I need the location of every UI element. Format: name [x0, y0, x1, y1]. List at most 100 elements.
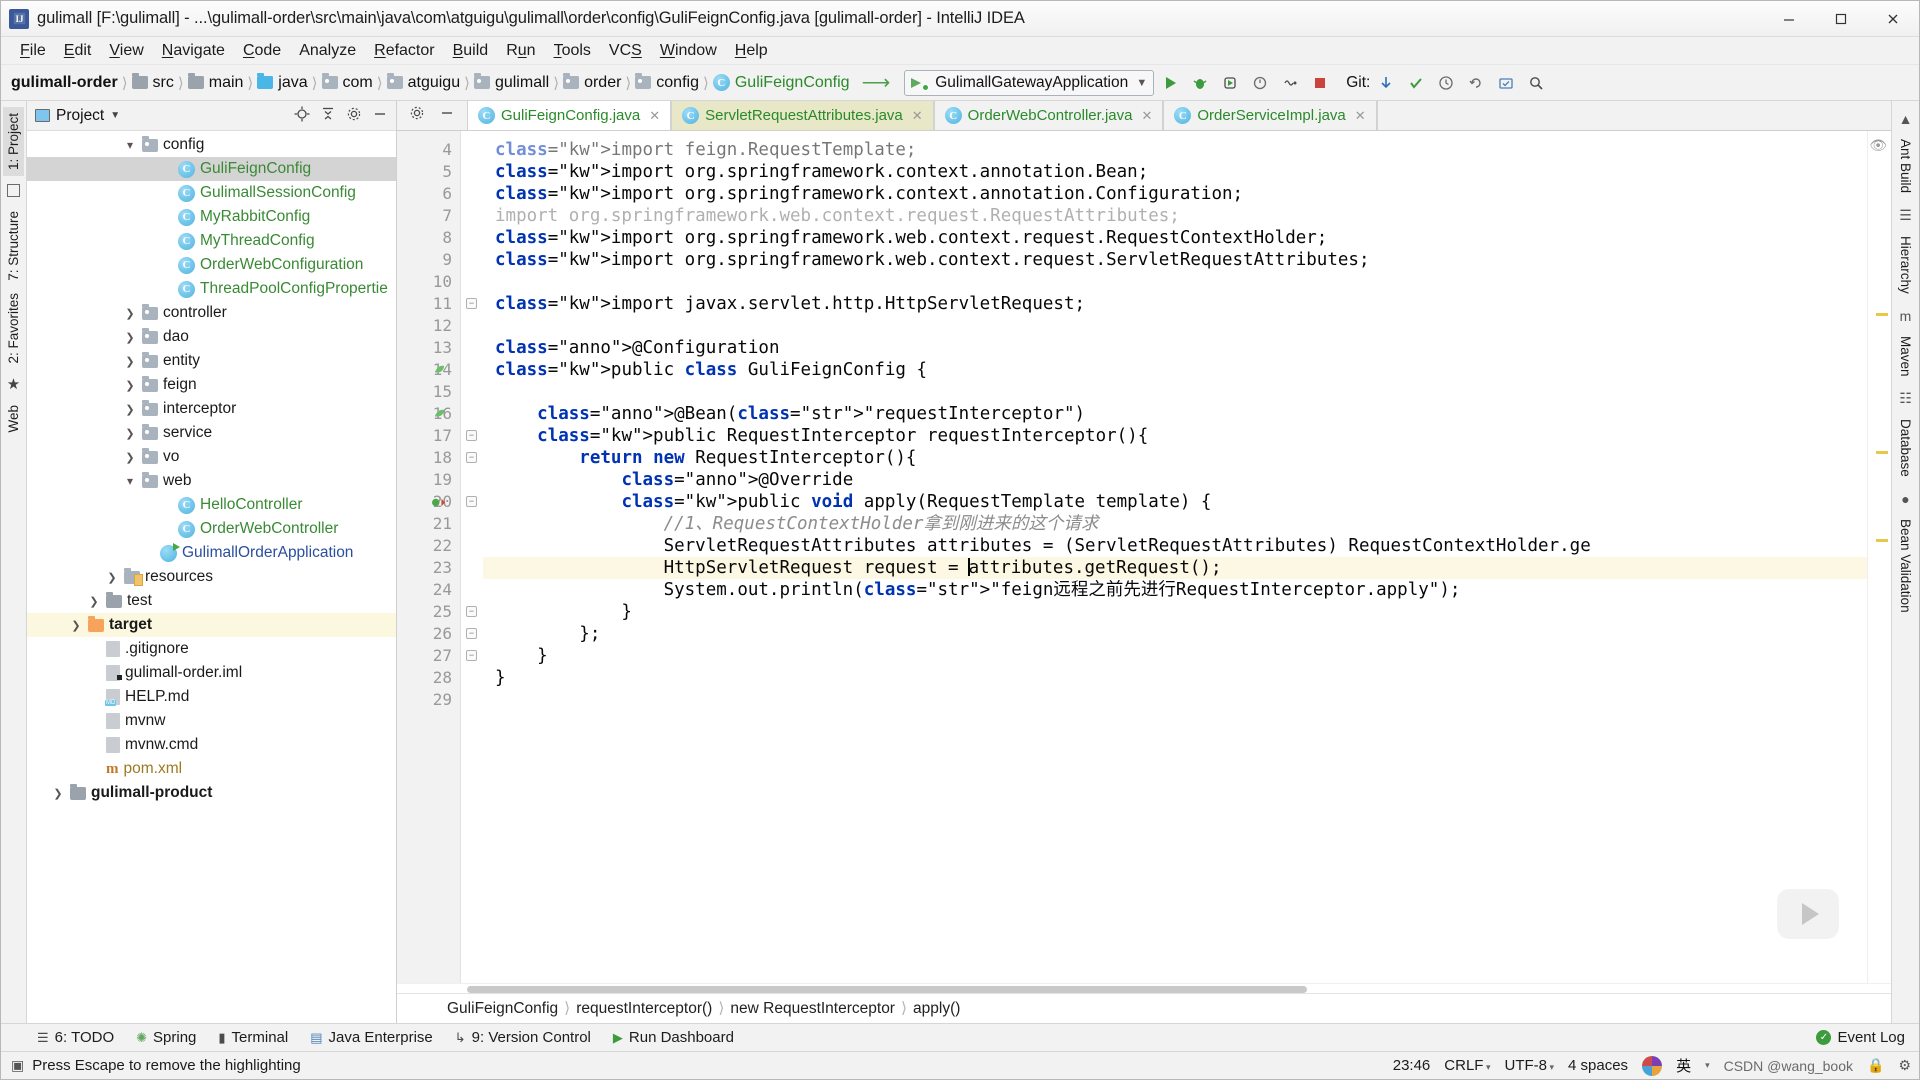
- breadcrumb-class[interactable]: C GuliFeignConfig: [712, 74, 850, 92]
- tree-caret-icon[interactable]: [123, 474, 137, 488]
- menu-build[interactable]: Build: [444, 39, 498, 63]
- tree-item[interactable]: C MyThreadConfig: [27, 229, 396, 253]
- gutter-line-number[interactable]: 14: [397, 359, 460, 381]
- code-line[interactable]: [483, 689, 1867, 711]
- tree-item[interactable]: C ThreadPoolConfigPropertie: [27, 277, 396, 301]
- fold-toggle-icon[interactable]: −: [466, 430, 477, 441]
- hide-editor-icon[interactable]: [439, 105, 455, 126]
- collapse-all-icon[interactable]: [320, 106, 336, 126]
- profile-button[interactable]: [1246, 69, 1274, 97]
- gutter-line-number[interactable]: 19: [397, 469, 460, 491]
- gutter-line-number[interactable]: 12: [397, 315, 460, 337]
- code-line[interactable]: class="kw">import org.springframework.co…: [483, 161, 1867, 183]
- editor-tab-orderwebcontroller[interactable]: C OrderWebController.java ✕: [933, 101, 1164, 130]
- gutter-line-number[interactable]: 15: [397, 381, 460, 403]
- tree-item[interactable]: gulimall-product: [27, 781, 396, 805]
- code-line[interactable]: HttpServletRequest request = attributes.…: [483, 557, 1867, 579]
- tree-item[interactable]: GulimallOrderApplication: [27, 541, 396, 565]
- menu-tools[interactable]: Tools: [545, 39, 600, 63]
- fold-slot[interactable]: [461, 557, 483, 579]
- code-line[interactable]: };: [483, 623, 1867, 645]
- gutter-line-number[interactable]: 17: [397, 425, 460, 447]
- tree-caret-icon[interactable]: [123, 450, 137, 464]
- gutter-line-number[interactable]: 27: [397, 645, 460, 667]
- tree-caret-icon[interactable]: [87, 594, 101, 608]
- tree-caret-icon[interactable]: [123, 402, 137, 416]
- breadcrumb-class-label[interactable]: GuliFeignConfig: [447, 1000, 558, 1018]
- gutter-run-marker-icon[interactable]: [431, 362, 447, 378]
- tree-caret-icon[interactable]: [105, 570, 119, 584]
- rail-item-database[interactable]: Database: [1895, 411, 1916, 485]
- code-line[interactable]: class="kw">public RequestInterceptor req…: [483, 425, 1867, 447]
- menu-analyze[interactable]: Analyze: [290, 39, 365, 63]
- breadcrumb-method-label[interactable]: requestInterceptor(): [576, 1000, 712, 1018]
- fold-slot[interactable]: [461, 337, 483, 359]
- tree-item[interactable]: gulimall-order.iml: [27, 661, 396, 685]
- inspections-eye-icon[interactable]: 👁: [1869, 137, 1887, 154]
- gutter-line-number[interactable]: 23: [397, 557, 460, 579]
- code-line[interactable]: [483, 271, 1867, 293]
- breadcrumb-java[interactable]: java: [257, 73, 308, 92]
- tree-item[interactable]: C MyRabbitConfig: [27, 205, 396, 229]
- code-line[interactable]: class="kw">import javax.servlet.http.Htt…: [483, 293, 1867, 315]
- gutter-line-number[interactable]: 13: [397, 337, 460, 359]
- close-icon[interactable]: ✕: [912, 108, 923, 124]
- status-indent[interactable]: 4 spaces: [1568, 1057, 1628, 1074]
- chevron-down-icon[interactable]: ▼: [110, 110, 120, 121]
- tree-item[interactable]: interceptor: [27, 397, 396, 421]
- code-line[interactable]: }: [483, 601, 1867, 623]
- code-text-area[interactable]: class="kw">import feign.RequestTemplate;…: [483, 131, 1867, 983]
- tree-item[interactable]: dao: [27, 325, 396, 349]
- code-line[interactable]: class="kw">import feign.RequestTemplate;: [483, 139, 1867, 161]
- rail-item-favorites[interactable]: 2: Favorites: [3, 287, 24, 370]
- tree-item[interactable]: test: [27, 589, 396, 613]
- code-line[interactable]: [483, 315, 1867, 337]
- fold-slot[interactable]: −: [461, 293, 483, 315]
- gutter-line-number[interactable]: 26: [397, 623, 460, 645]
- gutter-line-number[interactable]: 21: [397, 513, 460, 535]
- fold-slot[interactable]: [461, 359, 483, 381]
- gear-icon[interactable]: [346, 106, 362, 126]
- fold-slot[interactable]: [461, 579, 483, 601]
- menu-file[interactable]: File: [11, 39, 55, 63]
- select-opened-file-button[interactable]: [1492, 69, 1520, 97]
- locate-file-icon[interactable]: [294, 106, 310, 126]
- gutter-run-marker-icon[interactable]: [431, 494, 447, 510]
- rail-item-hierarchy[interactable]: Hierarchy: [1895, 228, 1916, 302]
- breadcrumb-order[interactable]: order: [563, 73, 621, 92]
- fold-slot[interactable]: −: [461, 601, 483, 623]
- fold-slot[interactable]: −: [461, 645, 483, 667]
- tree-caret-icon[interactable]: [123, 426, 137, 440]
- stop-button[interactable]: [1306, 69, 1334, 97]
- status-encoding[interactable]: UTF-8 ▾: [1504, 1057, 1554, 1074]
- fold-slot[interactable]: [461, 381, 483, 403]
- code-line[interactable]: }: [483, 645, 1867, 667]
- rail-item-web[interactable]: Web: [3, 399, 24, 439]
- code-line[interactable]: return new RequestInterceptor(){: [483, 447, 1867, 469]
- gutter-run-marker-icon[interactable]: [431, 406, 447, 422]
- tree-caret-icon[interactable]: [51, 786, 65, 800]
- rail-item-bean-validation[interactable]: Bean Validation: [1895, 511, 1916, 621]
- code-line[interactable]: class="kw">import org.springframework.co…: [483, 183, 1867, 205]
- gutter-line-number[interactable]: 4: [397, 139, 460, 161]
- ime-language[interactable]: 英: [1676, 1055, 1691, 1076]
- menu-window[interactable]: Window: [651, 39, 726, 63]
- editor-tab-servletrequestattributes[interactable]: C ServletRequestAttributes.java ✕: [671, 101, 934, 130]
- tree-item[interactable]: resources: [27, 565, 396, 589]
- editor-tab-orderserviceimpl[interactable]: C OrderServiceImpl.java ✕: [1163, 101, 1377, 130]
- fold-slot[interactable]: [461, 183, 483, 205]
- rail-item-project[interactable]: 1: Project: [3, 107, 24, 177]
- run-configuration-selector[interactable]: GulimallGatewayApplication ▼: [904, 69, 1155, 96]
- fold-toggle-icon[interactable]: −: [466, 606, 477, 617]
- fold-slot[interactable]: [461, 249, 483, 271]
- warning-marker[interactable]: [1876, 313, 1888, 316]
- rail-item-structure[interactable]: 7: Structure: [3, 205, 24, 287]
- hide-panel-icon[interactable]: [372, 106, 388, 126]
- fold-slot[interactable]: [461, 227, 483, 249]
- tool-window-java-enterprise[interactable]: ▤ Java Enterprise: [310, 1029, 433, 1046]
- update-project-button[interactable]: [1372, 69, 1400, 97]
- gutter-line-number[interactable]: 6: [397, 183, 460, 205]
- close-icon[interactable]: ✕: [1141, 108, 1152, 124]
- code-line[interactable]: ServletRequestAttributes attributes = (S…: [483, 535, 1867, 557]
- tree-caret-icon[interactable]: [69, 618, 83, 632]
